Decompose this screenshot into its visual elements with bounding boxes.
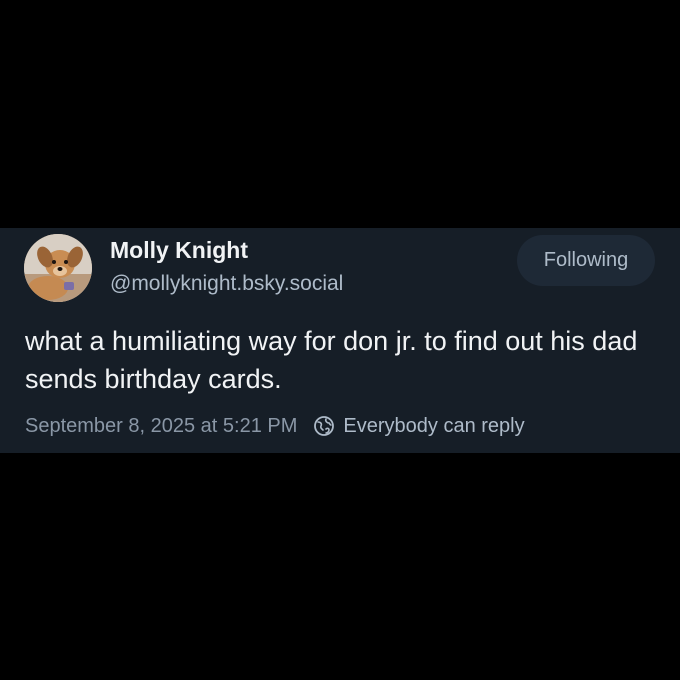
- reply-setting[interactable]: Everybody can reply: [313, 415, 525, 438]
- post-timestamp: September 8, 2025 at 5:21 PM: [25, 414, 298, 437]
- author-handle[interactable]: @mollyknight.bsky.social: [110, 272, 343, 296]
- reply-setting-label[interactable]: Everybody can reply: [343, 415, 524, 438]
- following-button[interactable]: Following: [517, 235, 655, 286]
- page: Molly Knight @mollyknight.bsky.social Fo…: [0, 0, 680, 680]
- author-display-name[interactable]: Molly Knight: [110, 237, 248, 264]
- dog-avatar-icon: [24, 234, 92, 302]
- post-text: what a humiliating way for don jr. to fi…: [25, 326, 638, 394]
- avatar[interactable]: [24, 234, 92, 302]
- post-card[interactable]: Molly Knight @mollyknight.bsky.social Fo…: [0, 228, 680, 453]
- globe-icon: [314, 416, 335, 436]
- post-meta-row: September 8, 2025 at 5:21 PM Everybody c…: [25, 412, 525, 440]
